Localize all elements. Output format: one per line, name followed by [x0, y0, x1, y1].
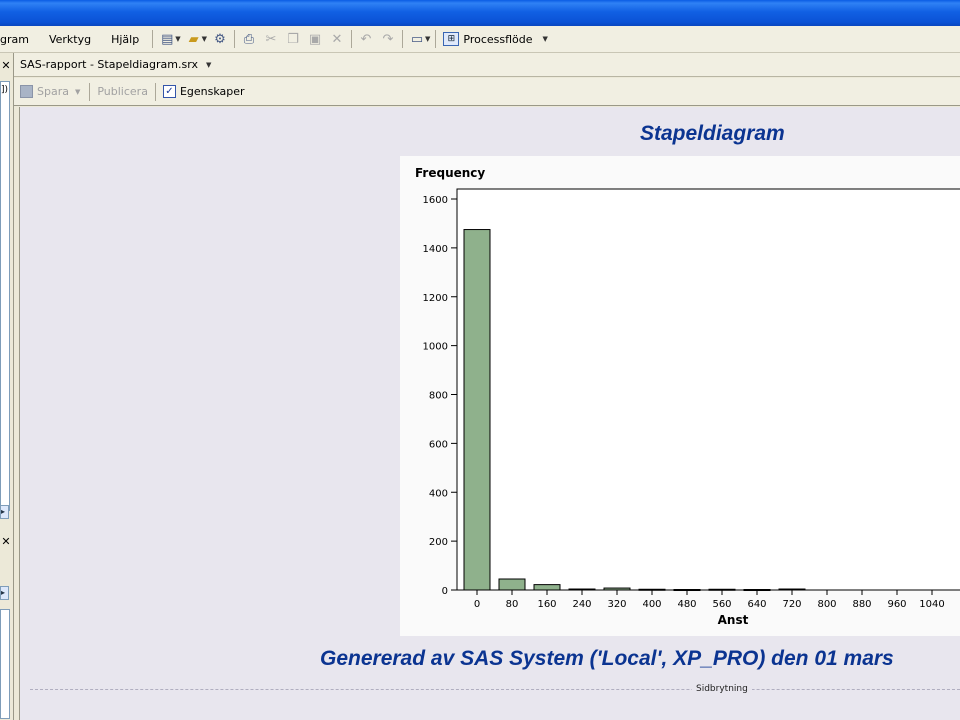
bar-chart-svg: Frequency Anst 0200400600800100012001400… — [415, 166, 960, 627]
menu-item-program[interactable]: gram — [0, 33, 39, 46]
y-tick-label: 1600 — [423, 195, 448, 206]
y-tick-label: 200 — [429, 537, 448, 548]
y-tick-label: 1400 — [423, 244, 448, 255]
bar — [603, 587, 631, 591]
bar — [778, 588, 806, 591]
run-icon[interactable]: ⚙ — [209, 28, 231, 50]
report-view: Stapeldiagram Frequency Anst 0 200 400 600 8… — [19, 107, 960, 720]
bar — [498, 578, 526, 591]
window-title-bar — [0, 0, 960, 26]
document-tab[interactable]: SAS-rapport - Stapeldiagram.srx ▼ — [14, 53, 960, 77]
document-tab-title: SAS-rapport - Stapeldiagram.srx — [20, 58, 198, 71]
bar-chart: Frequency Anst 0 200 400 600 800 1000 1200 1400… — [400, 156, 960, 636]
toolbar-separator — [152, 30, 154, 48]
properties-button[interactable]: Egenskaper — [180, 85, 245, 98]
chevron-down-icon[interactable]: ▼ — [425, 35, 430, 43]
bar — [463, 229, 491, 591]
properties-check-icon: ✓ — [162, 85, 176, 98]
bar — [533, 584, 561, 591]
x-tick-label: 800 — [817, 599, 836, 610]
page-break-label: Sidbrytning — [692, 684, 752, 694]
chevron-down-icon: ▼ — [542, 35, 548, 43]
x-tick-label: 400 — [642, 599, 661, 610]
chevron-down-icon[interactable]: ▼ — [175, 35, 180, 43]
y-tick-label: 800 — [429, 391, 448, 402]
x-tick-label: 1040 — [919, 599, 944, 610]
project-tree-pane[interactable]: ]) — [0, 81, 10, 511]
y-tick-label: 0 — [442, 586, 448, 597]
x-axis-label: Anst — [718, 613, 749, 627]
document-toolbar: Spara ▼ Publicera ✓ Egenskaper — [14, 78, 960, 106]
toolbar-separator — [234, 30, 235, 48]
toolbar-separator — [89, 82, 91, 101]
scroll-right-button[interactable]: ▸ — [0, 505, 9, 519]
close-icon[interactable]: ✕ — [0, 55, 12, 77]
process-flow-button[interactable]: ⊞ Processflöde ▼ — [439, 32, 550, 46]
delete-icon[interactable]: ✕ — [326, 28, 348, 50]
task-pane[interactable] — [0, 609, 10, 719]
save-button[interactable]: Spara — [37, 85, 69, 98]
tree-bracket-icon: ]) — [1, 85, 9, 95]
report-footer: Genererad av SAS System ('Local', XP_PRO… — [320, 647, 894, 670]
menu-bar: gram Verktyg Hjälp ▤ ▼ ▰ ▼ ⚙ ⎙ ✂ ❐ ▣ ✕ ↶ ↷… — [0, 26, 960, 53]
undo-icon[interactable]: ↶ — [355, 28, 377, 50]
save-icon — [20, 85, 33, 98]
toolbar-separator — [154, 82, 156, 101]
report-title: Stapeldiagram — [640, 122, 785, 145]
redo-icon[interactable]: ↷ — [377, 28, 399, 50]
plot-area — [456, 188, 960, 591]
close-icon[interactable]: ✕ — [0, 531, 12, 553]
menu-item-help[interactable]: Hjälp — [101, 33, 149, 46]
x-tick-label: 720 — [782, 599, 801, 610]
y-tick-label: 1200 — [423, 293, 448, 304]
y-tick-label: 1000 — [423, 342, 448, 353]
y-tick-label: 400 — [429, 488, 448, 499]
x-axis-ticks: 0 80 160 240 320 400 480 560 640 720 800 880 960 1040… — [474, 590, 945, 610]
y-axis-label: Frequency — [415, 166, 485, 180]
process-flow-label: Processflöde — [463, 32, 533, 46]
x-tick-label: 240 — [572, 599, 591, 610]
toolbar-separator — [435, 30, 437, 48]
y-axis-ticks: 0 200 400 600 800 1000 1200 1400 1600 — [423, 195, 457, 597]
menu-item-tools[interactable]: Verktyg — [39, 33, 101, 46]
publish-button[interactable]: Publicera — [97, 85, 148, 98]
x-tick-label: 640 — [747, 599, 766, 610]
page-break-line — [30, 689, 960, 690]
chevron-down-icon[interactable]: ▼ — [75, 88, 80, 96]
panel-button[interactable]: ▸ — [0, 586, 9, 600]
chevron-down-icon[interactable]: ▼ — [206, 61, 211, 69]
toolbar-separator — [402, 30, 403, 48]
x-tick-label: 0 — [474, 599, 480, 610]
cut-icon[interactable]: ✂ — [260, 28, 282, 50]
toolbar-separator — [351, 30, 352, 48]
process-flow-icon: ⊞ — [443, 32, 460, 46]
bar — [568, 588, 596, 591]
x-tick-label: 560 — [712, 599, 731, 610]
x-tick-label: 160 — [537, 599, 556, 610]
x-tick-label: 880 — [852, 599, 871, 610]
x-tick-label: 480 — [677, 599, 696, 610]
print-icon[interactable]: ⎙ — [238, 28, 260, 50]
y-tick-label: 600 — [429, 439, 448, 450]
x-tick-label: 960 — [887, 599, 906, 610]
chevron-down-icon[interactable]: ▼ — [202, 35, 207, 43]
x-tick-label: 80 — [506, 599, 519, 610]
paste-icon[interactable]: ▣ — [304, 28, 326, 50]
copy-icon[interactable]: ❐ — [282, 28, 304, 50]
x-tick-label: 320 — [607, 599, 626, 610]
left-panel: ✕ ]) ▸ ✕ ▸ — [0, 53, 14, 720]
